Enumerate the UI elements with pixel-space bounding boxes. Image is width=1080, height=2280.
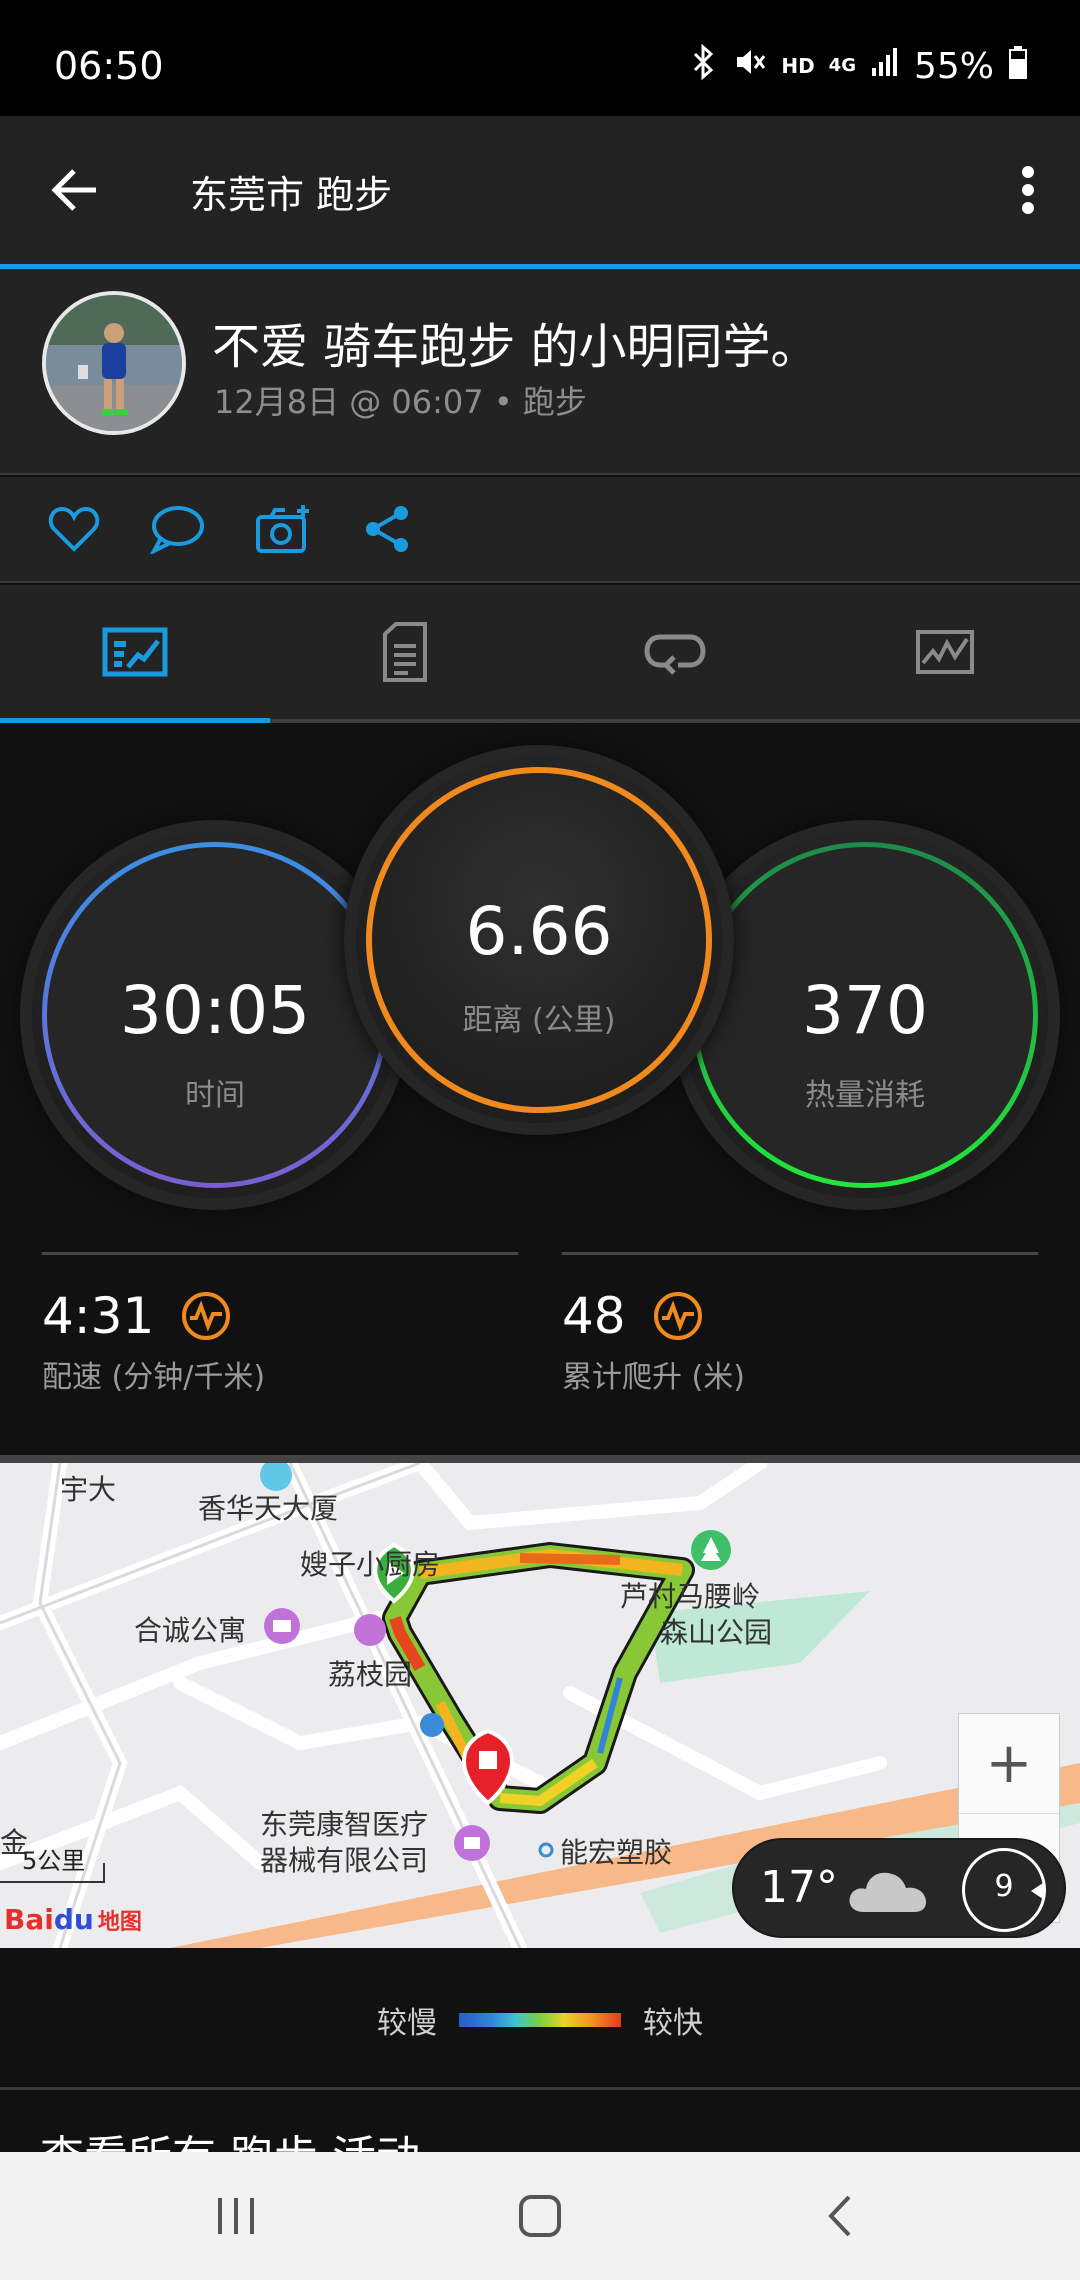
ascent-divider <box>562 1252 1038 1255</box>
map-label-yuda: 宇大 <box>60 1473 117 1506</box>
wind-direction-icon <box>1031 1883 1043 1899</box>
stats-panel: 30:05 时间 370 热量消耗 6.66 距离 (公里) 4:31 配速 (… <box>0 727 1080 1455</box>
zoom-in-button[interactable]: + <box>959 1714 1059 1814</box>
status-bar: 06:50 HD 4G 55% <box>0 0 1080 116</box>
map-label-kangzhi-2: 器械有限公司 <box>260 1844 429 1877</box>
pace-value: 4:31 <box>42 1287 155 1345</box>
recent-apps-icon <box>218 2198 254 2234</box>
add-photo-button[interactable] <box>254 499 314 559</box>
more-options-button[interactable] <box>998 150 1058 230</box>
time-value: 30:05 <box>119 972 311 1049</box>
pace-metric: 4:31 <box>42 1287 232 1345</box>
view-all-activities-link[interactable]: 查看所有 跑步 活动 <box>40 2128 420 2152</box>
calories-value: 370 <box>802 972 928 1049</box>
comment-bubble-icon <box>150 506 204 554</box>
activity-header: 不爱 骑车跑步 的小明同学。 12月8日 @ 06:07 • 跑步 <box>0 269 1080 475</box>
status-time: 06:50 <box>54 44 164 88</box>
legend-slow-label: 较慢 <box>377 2006 437 2041</box>
ascent-metric: 48 <box>562 1287 704 1345</box>
home-button[interactable] <box>480 2176 600 2256</box>
share-icon <box>366 506 408 552</box>
summary-chart-icon <box>102 627 168 677</box>
time-gauge: 30:05 时间 <box>32 832 398 1198</box>
status-icons: HD 4G 55% <box>691 43 1028 89</box>
distance-value: 6.66 <box>465 893 613 970</box>
map-label-park: 森山公园 <box>660 1616 773 1649</box>
distance-gauge: 6.66 距离 (公里) <box>356 757 722 1123</box>
camera-plus-icon <box>256 505 309 553</box>
weather-temp: 17° <box>760 1862 838 1913</box>
tab-laps[interactable] <box>540 585 810 719</box>
pace-divider <box>42 1252 518 1255</box>
system-back-button[interactable] <box>780 2176 900 2256</box>
wind-dial: 9 <box>962 1848 1046 1932</box>
map-label-lucun: 芦村马腰岭 <box>620 1580 761 1613</box>
laps-loop-icon <box>644 634 706 675</box>
cloud-icon <box>849 1872 926 1912</box>
baidu-logo: Bai du 地图 <box>4 1903 142 1936</box>
battery-icon <box>1008 45 1028 88</box>
map-label-kangzhi-1: 东莞康智医疗 <box>260 1808 429 1841</box>
share-button[interactable] <box>358 499 418 559</box>
distance-label: 距离 (公里) <box>462 1003 616 1038</box>
pace-insight-icon[interactable] <box>180 1290 232 1342</box>
recent-apps-button[interactable] <box>176 2176 296 2256</box>
comment-button[interactable] <box>148 499 208 559</box>
page-title: 东莞市 跑步 <box>190 173 393 217</box>
tab-bar <box>0 585 1080 723</box>
signal-icon <box>870 46 900 87</box>
like-button[interactable] <box>44 499 104 559</box>
legend-color-scale <box>459 2013 621 2027</box>
route-map[interactable]: 宇大 香华天大厦 嫂子小厨房 合诚公寓 荔枝园 芦村马腰岭 森山公园 东莞康智医… <box>0 1463 1080 1948</box>
mute-icon <box>731 44 767 89</box>
map-label-xianghua: 香华天大厦 <box>198 1492 339 1525</box>
user-name[interactable]: 不爱 骑车跑步 的小明同学。 <box>212 307 819 377</box>
back-button[interactable] <box>40 150 110 230</box>
details-document-icon <box>383 622 427 682</box>
system-nav-bar <box>0 2152 1080 2280</box>
legend-fast-label: 较快 <box>643 2006 703 2041</box>
pace-legend: 较慢 较快 <box>0 1948 1080 2090</box>
activity-meta: 12月8日 @ 06:07 • 跑步 <box>214 383 587 421</box>
app-bar: 东莞市 跑步 <box>0 116 1080 264</box>
tab-summary[interactable] <box>0 585 270 723</box>
ascent-label: 累计爬升 (米) <box>562 1360 745 1395</box>
tab-details[interactable] <box>270 585 540 719</box>
back-arrow-icon <box>51 169 96 211</box>
home-icon <box>519 2195 561 2237</box>
avatar[interactable] <box>42 291 186 435</box>
weather-widget[interactable]: 17° 9 <box>732 1838 1066 1938</box>
more-vert-icon <box>1022 166 1034 214</box>
hd-indicator: HD <box>781 54 815 78</box>
action-row <box>0 477 1080 583</box>
heart-icon <box>48 506 100 552</box>
map-scale-label: 5公里 <box>22 1847 86 1875</box>
map-label-nenghong: 能宏塑胶 <box>560 1836 673 1869</box>
time-label: 时间 <box>185 1078 245 1113</box>
bluetooth-icon <box>691 43 717 89</box>
calories-gauge: 370 热量消耗 <box>682 832 1048 1198</box>
map-label-hecheng: 合诚公寓 <box>134 1614 247 1647</box>
network-type: 4G <box>828 55 856 76</box>
battery-percent: 55% <box>913 45 994 87</box>
ascent-insight-icon[interactable] <box>652 1290 704 1342</box>
ascent-value: 48 <box>562 1287 626 1345</box>
map-divider <box>0 1455 1080 1463</box>
map-label-lizhi: 荔枝园 <box>328 1658 413 1691</box>
chevron-left-icon <box>828 2195 851 2237</box>
calories-label: 热量消耗 <box>805 1078 925 1113</box>
graphs-icon <box>916 630 974 674</box>
map-label-saozi: 嫂子小厨房 <box>300 1548 441 1581</box>
pace-label: 配速 (分钟/千米) <box>42 1360 266 1395</box>
tab-graphs[interactable] <box>810 585 1080 719</box>
